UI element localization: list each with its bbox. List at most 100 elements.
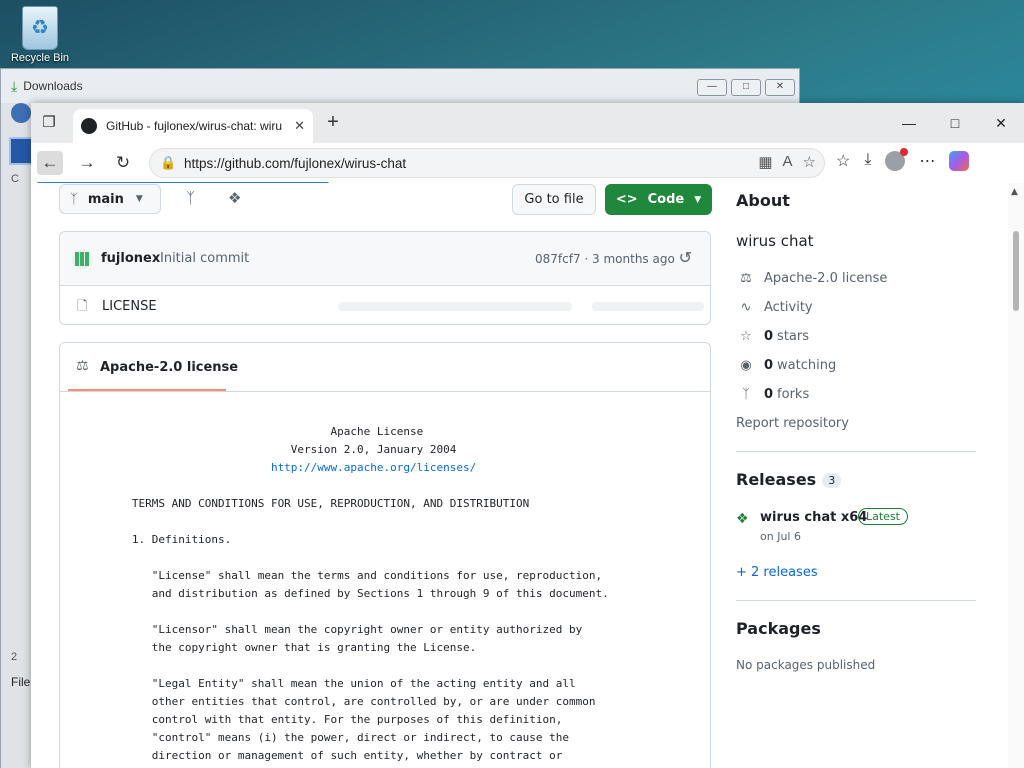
downloads-close-button[interactable]: ✕ [765,79,795,96]
downloads-maximize-button[interactable]: □ [731,79,761,96]
profile-avatar[interactable] [885,148,909,171]
license-label: Apache-2.0 license [764,271,888,286]
releases-heading-label: Releases [736,470,817,489]
chevron-down-icon: ▼ [694,194,702,205]
scale-icon: ⚖ [76,358,89,374]
license-link[interactable]: http://www.apache.org/licenses/ [112,461,476,474]
tab-title: GitHub - fujlonex/wirus-chat: wiru [106,119,283,133]
copilot-icon[interactable] [949,151,970,171]
minimize-button[interactable]: — [886,103,932,143]
table-row[interactable]: 🗋 LICENSE [60,286,710,326]
scroll-up-icon[interactable]: ▲ [1011,187,1018,197]
back-button[interactable]: ← [37,151,63,175]
file-icon: 🗋 [77,299,88,314]
license-line: "control" means (i) the power, direct or… [112,731,569,744]
tags-icon[interactable]: ❖ [228,189,241,207]
license-link[interactable]: ⚖ Apache-2.0 license [736,271,887,286]
forward-button[interactable]: → [74,151,100,175]
code-icon: <> [615,192,638,207]
scrollbar[interactable]: ▲ [1008,183,1024,768]
tag-icon: ❖ [736,511,749,527]
license-line: "Legal Entity" shall mean the union of t… [112,677,576,690]
file-menu[interactable]: File [11,675,30,689]
downloads-icon[interactable]: ⤓ [864,151,871,171]
downloads-titlebar[interactable]: ⤓ Downloads [1,69,799,103]
favorites-icon[interactable]: ☆ [836,151,850,171]
repo-description: wirus chat [736,232,814,250]
file-list: fujlonex Initial commit 087fcf7 · 3 mont… [59,231,711,325]
license-panel: ⚖ Apache-2.0 license Apache License Vers… [59,342,711,768]
loading-placeholder [338,302,572,311]
forks-count: 0 [764,387,774,402]
recycle-bin[interactable]: ♻ Recycle Bin [8,6,72,64]
browser-icon [11,103,31,123]
watching-count: 0 [764,358,774,373]
license-line: 1. Definitions. [112,533,232,546]
eye-icon: ◉ [740,358,752,373]
tab-underline [68,389,226,391]
tab-license[interactable]: Apache-2.0 license [100,360,238,375]
address-bar[interactable]: 🔒 https://github.com/fujlonex/wirus-chat… [149,148,825,178]
more-releases-link[interactable]: + 2 releases [736,565,818,580]
activity-label: Activity [764,300,813,315]
recycle-bin-label: Recycle Bin [10,52,70,64]
avatar[interactable] [72,249,92,269]
code-button[interactable]: <> Code ▼ [605,184,712,215]
tab-bar: ❐ GitHub - fujlonex/wirus-chat: wiru ✕ +… [31,103,1024,143]
license-line: and distribution as defined by Sections … [112,587,609,600]
downloads-minimize-button[interactable]: — [697,79,727,96]
license-line: the copyright owner that is granting the… [112,641,477,654]
forks-link[interactable]: ᛉ 0 forks [736,387,809,402]
license-line: control with that entity. For the purpos… [112,713,563,726]
packages-heading[interactable]: Packages [736,619,821,638]
stars-label: stars [777,329,810,344]
license-line: "License" shall mean the terms and condi… [112,569,603,582]
report-repository-link[interactable]: Report repository [736,416,849,431]
more-menu-icon[interactable]: ⋯ [919,151,935,171]
close-button[interactable]: ✕ [978,103,1024,143]
license-line [112,477,609,495]
releases-count: 3 [822,473,842,488]
downloads-side-label: C [11,173,19,185]
pulse-icon: ∿ [740,300,752,315]
latest-badge: Latest [858,508,908,525]
license-line: Version 2.0, January 2004 [112,443,457,456]
star-icon: ☆ [740,329,752,344]
stars-count: 0 [764,329,774,344]
browser-window[interactable]: ❐ GitHub - fujlonex/wirus-chat: wiru ✕ +… [31,103,1024,768]
releases-heading[interactable]: Releases 3 [736,470,842,489]
activity-link[interactable]: ∿ Activity [736,300,813,315]
read-aloud-icon[interactable]: A [783,153,793,171]
commit-message[interactable]: Initial commit [160,251,249,266]
address-url[interactable]: https://github.com/fujlonex/wirus-chat [184,156,406,171]
tab-close-icon[interactable]: ✕ [294,118,305,134]
tab-actions-icon[interactable]: ❐ [37,113,61,135]
scrollbar-thumb[interactable] [1013,231,1019,311]
latest-commit: fujlonex Initial commit 087fcf7 · 3 mont… [60,232,710,286]
go-to-file-button[interactable]: Go to file [512,184,596,215]
license-line: "Licensor" shall mean the copyright owne… [112,623,583,636]
watching-link[interactable]: ◉ 0 watching [736,358,836,373]
download-icon: ⤓ [11,77,18,94]
commit-author[interactable]: fujlonex [101,251,160,266]
license-line [112,513,609,531]
history-icon[interactable]: ↺ [679,248,692,267]
license-line [112,603,609,621]
app-available-icon[interactable]: ▦ [758,153,772,171]
favorite-star-icon[interactable]: ☆ [803,153,816,171]
recycle-bin-icon: ♻ [22,6,58,50]
refresh-button[interactable]: ↻ [110,151,136,175]
release-name[interactable]: wirus chat x64 [760,510,867,525]
new-tab-button[interactable]: + [321,111,345,134]
file-name[interactable]: LICENSE [102,299,157,314]
tab-github[interactable]: GitHub - fujlonex/wirus-chat: wiru ✕ [73,109,313,143]
branches-icon[interactable]: ᛉ [186,189,195,207]
lock-icon[interactable]: 🔒 [160,155,178,171]
branch-icon: ᛉ [70,191,78,207]
license-line: direction or management of such entity, … [112,749,563,762]
branch-selector[interactable]: ᛉ main ▼ [59,184,161,214]
maximize-button[interactable]: □ [932,103,978,143]
stars-link[interactable]: ☆ 0 stars [736,329,809,344]
commit-meta[interactable]: 087fcf7 · 3 months ago [535,252,675,266]
license-line: Apache License [112,425,424,438]
